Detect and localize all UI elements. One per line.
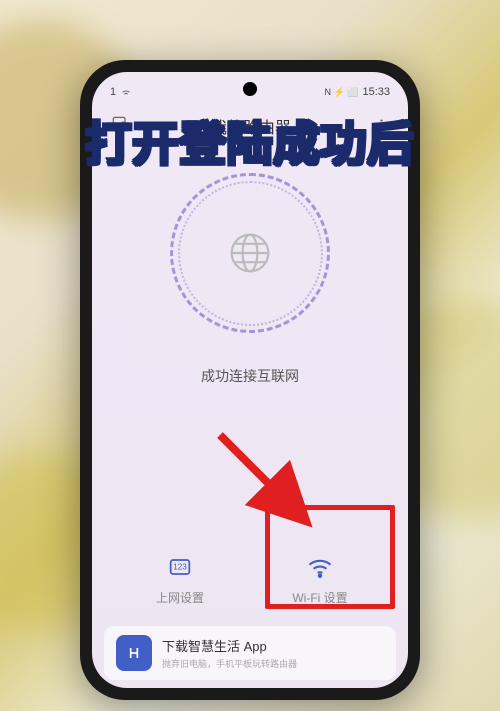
connection-status-text: 成功连接互联网 [92,366,408,386]
svg-text:123: 123 [173,562,187,571]
banner-subtitle: 抛弃旧电脑，手机平板玩转路由器 [162,657,384,670]
wifi-status-icon [120,86,132,98]
nav-label: 上网设置 [156,589,204,606]
spinner-ring-inner [178,181,323,326]
annotation-arrow [205,420,315,530]
connection-indicator [92,168,408,338]
tutorial-caption: 打开登陆成功后 [86,108,415,174]
clock: 15:33 [362,86,390,98]
banner-title: 下载智慧生活 App [162,636,384,655]
app-icon [116,635,152,671]
internet-settings-icon: 123 [166,553,194,581]
battery-indicator: 1 [110,86,116,98]
nav-internet-settings[interactable]: 123 上网设置 [110,541,250,618]
app-download-banner[interactable]: 下载智慧生活 App 抛弃旧电脑，手机平板玩转路由器 [104,626,396,680]
camera-notch [243,82,257,96]
status-icons: N ⚡ ⬜ [325,87,359,98]
